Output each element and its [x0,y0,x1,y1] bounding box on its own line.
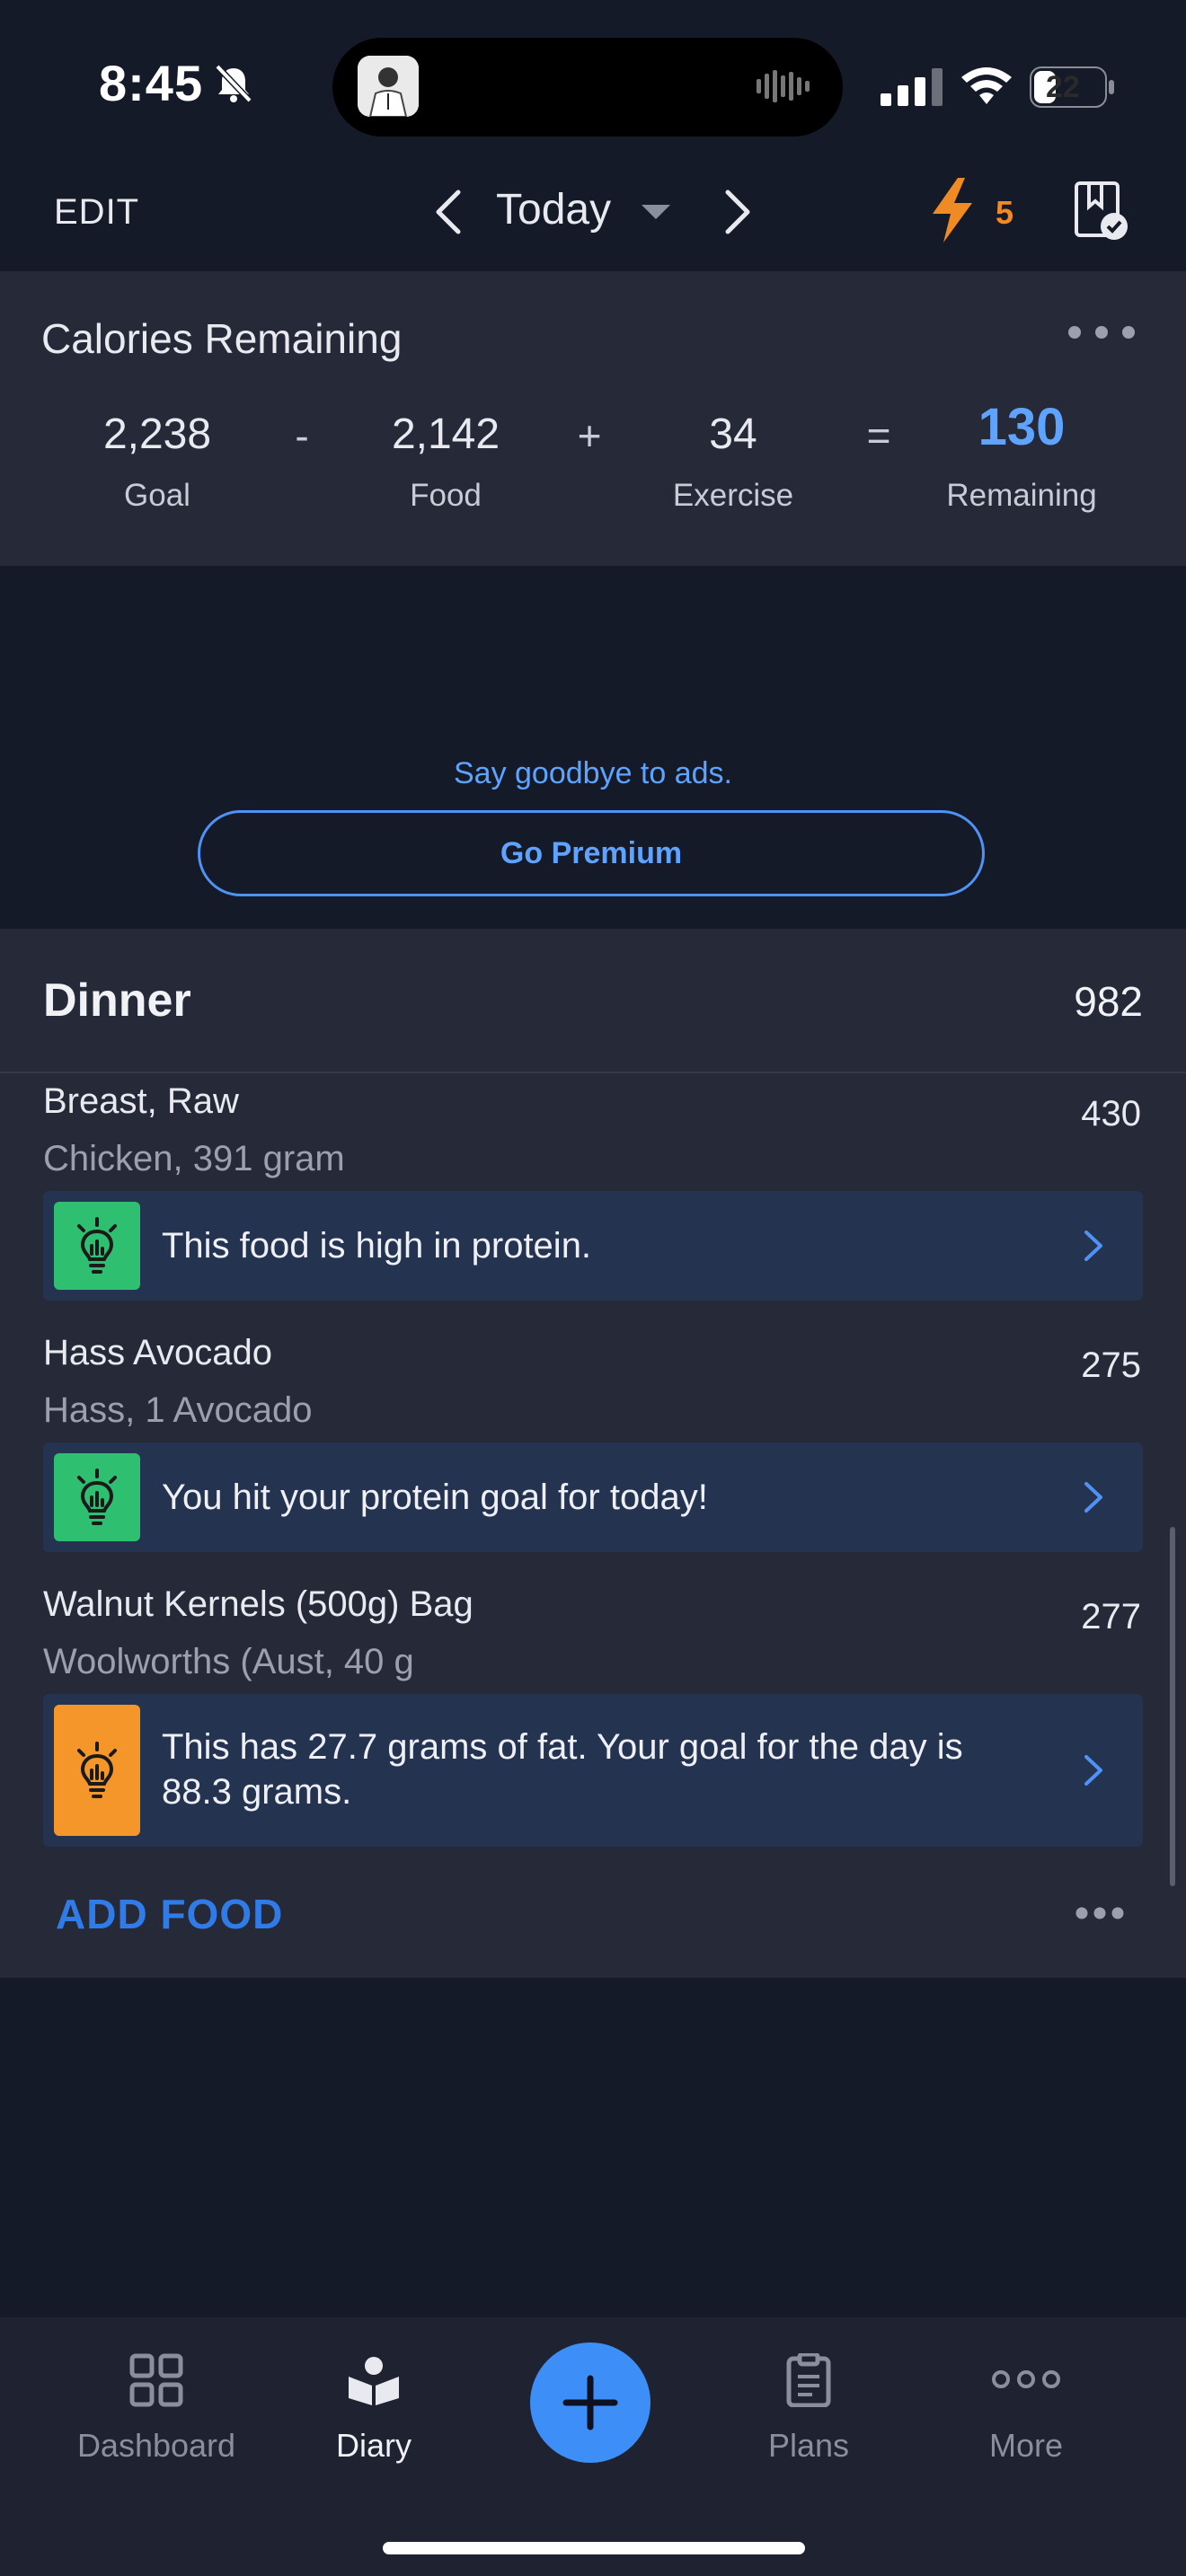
food-label: Food [410,478,482,513]
diary-book-icon [349,2357,399,2405]
meal-calories: 982 [1074,978,1143,1025]
bookmark-check-icon[interactable] [1073,180,1128,243]
equals-operator: = [866,412,891,459]
add-food-button[interactable]: ADD FOOD [56,1890,283,1938]
silent-bell-icon [215,64,252,103]
insight-badge [54,1202,140,1290]
status-time: 8:45 [99,55,204,111]
dashboard-grid-icon [129,2353,183,2407]
streak-count[interactable]: 5 [996,194,1013,232]
tab-label: Diary [335,2427,412,2464]
streak-bolt-icon[interactable] [929,178,976,243]
insight-text: This food is high in protein. [162,1226,592,1266]
food-item-description[interactable]: Woolworths (Aust, 40 g [43,1642,414,1682]
lightbulb-insight-icon [77,1217,117,1274]
goal-label: Goal [124,478,190,513]
food-item-description[interactable]: Hass, 1 Avocado [43,1390,312,1431]
tab-label: Dashboard [76,2427,236,2464]
tab-plans[interactable]: Plans [710,2353,907,2470]
go-premium-button[interactable]: Go Premium [198,810,985,896]
previous-day-chevron-icon[interactable] [435,189,462,235]
food-item-description[interactable]: Chicken, 391 gram [43,1139,345,1179]
food-item-calories[interactable]: 275 [1081,1345,1141,1386]
home-indicator[interactable] [383,2542,805,2554]
wifi-icon [961,67,1012,104]
chevron-right-icon [1084,1755,1102,1786]
insight-text: You hit your protein goal for today! [162,1478,708,1517]
tab-label: More [988,2427,1064,2464]
more-dots-icon [992,2370,1060,2388]
clipboard-icon [786,2353,831,2407]
tab-diary[interactable]: Diary [275,2353,473,2470]
audio-waveform-icon [757,70,810,102]
insight-text-line-1: This has 27.7 grams of fat. Your goal fo… [162,1727,963,1767]
plus-icon [562,2375,618,2430]
plus-operator: + [577,412,602,459]
tab-label: Plans [767,2427,850,2464]
meal-more-options-icon[interactable] [1075,1906,1125,1920]
goal-value: 2,238 [102,410,212,458]
meal-divider [0,1072,1186,1073]
lightbulb-insight-icon [77,1742,117,1798]
insight-text-line-2: 88.3 grams. [162,1772,352,1812]
next-day-chevron-icon[interactable] [724,189,751,235]
food-item-calories[interactable]: 430 [1081,1094,1141,1134]
tab-more[interactable]: More [927,2353,1125,2470]
minus-operator: - [295,412,309,459]
ad-free-promo-text: Say goodbye to ads. [453,756,732,790]
remaining-label: Remaining [946,478,1097,513]
add-entry-fab-button[interactable] [530,2342,651,2463]
food-item-calories[interactable]: 277 [1081,1597,1141,1637]
remaining-value: 130 [978,398,1066,456]
battery-indicator: 22 [1030,66,1116,108]
insight-banner-protein-goal[interactable]: You hit your protein goal for today! [43,1442,1143,1552]
insight-badge [54,1705,140,1836]
food-item-name[interactable]: Breast, Raw [43,1081,239,1122]
insight-banner-fat[interactable]: This has 27.7 grams of fat. Your goal fo… [43,1694,1143,1847]
battery-level: 22 [1046,70,1080,104]
insight-banner-protein[interactable]: This food is high in protein. [43,1191,1143,1301]
calories-menu-icon[interactable] [1066,323,1137,341]
scrollbar[interactable] [1170,1527,1175,1886]
food-item-name[interactable]: Walnut Kernels (500g) Bag [43,1584,474,1625]
meal-title: Dinner [43,975,191,1027]
chevron-right-icon [1084,1482,1102,1513]
exercise-label: Exercise [672,478,794,513]
caret-down-icon[interactable] [642,203,670,221]
cellular-signal-icon [881,68,943,106]
tab-dashboard[interactable]: Dashboard [58,2353,255,2470]
food-item-name[interactable]: Hass Avocado [43,1333,272,1373]
chevron-right-icon [1084,1231,1102,1261]
calories-remaining-title: Calories Remaining [41,315,403,362]
edit-button[interactable]: EDIT [54,192,139,233]
food-value: 2,142 [391,410,500,458]
insight-text: This has 27.7 grams of fat. Your goal fo… [162,1725,963,1814]
exercise-value: 34 [709,410,757,458]
lightbulb-insight-icon [77,1469,117,1525]
date-selector[interactable]: Today [496,185,611,234]
insight-badge [54,1453,140,1541]
now-playing-avatar [358,56,419,117]
